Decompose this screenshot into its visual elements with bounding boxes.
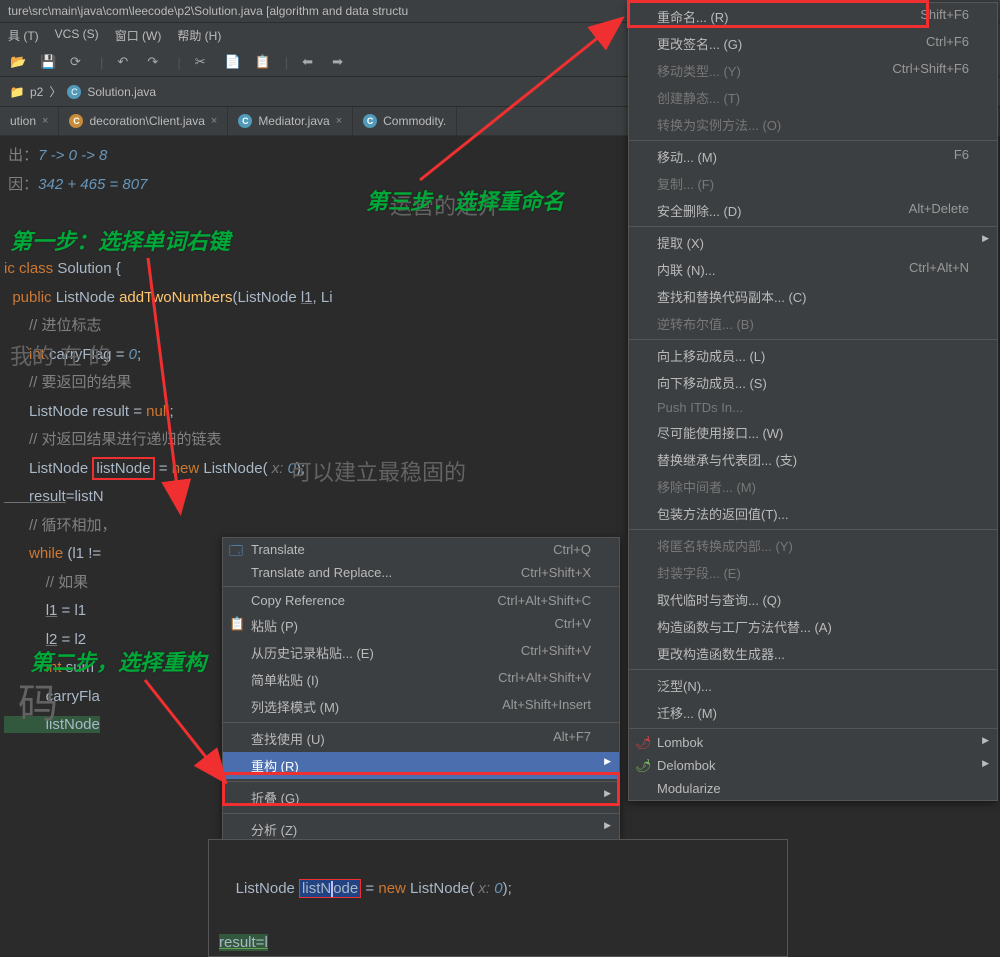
redo-icon[interactable]: ↷ [147,54,163,70]
lombok-icon: 🌶 [635,735,651,751]
menu-copy-reference[interactable]: Copy ReferenceCtrl+Alt+Shift+C [223,589,619,612]
menu-fold[interactable]: 折叠 (G)▶ [223,784,619,811]
menu-change-signature[interactable]: 更改签名... (G)Ctrl+F6 [629,30,997,57]
rename-inline-editor[interactable]: ListNode listNode = new ListNode( x: 0);… [208,839,788,957]
menu-translate[interactable]: 🗔 TranslateCtrl+Q [223,538,619,561]
menu-push-down[interactable]: 向下移动成员... (S) [629,369,997,396]
tab-client[interactable]: C decoration\Client.java × [59,107,228,135]
menu-convert-instance: 转换为实例方法... (O) [629,111,997,138]
menu-invert-bool: 逆转布尔值... (B) [629,310,997,337]
menu-create-static: 创建静态... (T) [629,84,997,111]
copy-icon[interactable]: 📄 [225,54,241,70]
menu-generic[interactable]: 泛型(N)... [629,672,997,699]
sync-icon[interactable]: ⟳ [70,54,86,70]
menu-paste[interactable]: 📋 粘贴 (P)Ctrl+V [223,612,619,639]
menu-extract[interactable]: 提取 (X)▶ [629,229,997,256]
menu-encapsulate-field: 封装字段... (E) [629,559,997,586]
save-icon[interactable]: 💾 [40,54,56,70]
submenu-arrow-icon: ▶ [604,756,611,767]
menu-window[interactable]: 窗口 (W) [115,27,162,44]
submenu-arrow-icon: ▶ [604,820,611,831]
forward-icon[interactable]: ➡ [332,54,348,70]
submenu-arrow-icon: ▶ [982,758,989,769]
close-icon[interactable]: × [42,115,48,127]
menu-modularize[interactable]: Modularize [629,777,997,800]
menu-translate-replace[interactable]: Translate and Replace...Ctrl+Shift+X [223,561,619,584]
open-icon[interactable]: 📂 [10,54,26,70]
menu-column-select[interactable]: 列选择模式 (M)Alt+Shift+Insert [223,693,619,720]
tab-solution[interactable]: ution × [0,107,59,135]
refactor-submenu: 重命名... (R)Shift+F6 更改签名... (G)Ctrl+F6 移动… [628,2,998,801]
undo-icon[interactable]: ↶ [117,54,133,70]
watermark: 运营的走开 [390,186,500,228]
menu-lombok[interactable]: 🌶 Lombok▶ [629,731,997,754]
java-icon: C [238,114,252,128]
menu-migrate[interactable]: 迁移... (M) [629,699,997,726]
translate-icon: 🗔 [229,542,245,558]
menu-factory[interactable]: 构造函数与工厂方法代替... (A) [629,613,997,640]
paste-icon: 📋 [229,616,245,632]
tab-commodity[interactable]: C Commodity. [353,107,457,135]
submenu-arrow-icon: ▶ [982,233,989,244]
java-icon: C [69,114,83,128]
close-icon[interactable]: × [211,115,217,127]
menu-analyze[interactable]: 分析 (Z)▶ [223,816,619,839]
menu-delombok[interactable]: 🌶 Delombok▶ [629,754,997,777]
watermark: 码 [18,666,58,742]
menu-builder[interactable]: 更改构造函数生成器... [629,640,997,667]
menu-paste-simple[interactable]: 简单粘贴 (I)Ctrl+Alt+Shift+V [223,666,619,693]
watermark: 可以建立最稳固的 [290,452,466,494]
context-menu: 🗔 TranslateCtrl+Q Translate and Replace.… [222,537,620,840]
selected-variable[interactable]: listNode [92,457,154,480]
folder-icon: 📁 [10,85,24,99]
menu-wrap-return[interactable]: 包装方法的返回值(T)... [629,500,997,527]
menu-inline[interactable]: 内联 (N)...Ctrl+Alt+N [629,256,997,283]
menu-rename[interactable]: 重命名... (R)Shift+F6 [629,3,997,30]
close-icon[interactable]: × [336,115,342,127]
paste-icon[interactable]: 📋 [255,54,271,70]
submenu-arrow-icon: ▶ [982,735,989,746]
menu-find-duplicates[interactable]: 查找和替换代码副本... (C) [629,283,997,310]
submenu-arrow-icon: ▶ [604,788,611,799]
delombok-icon: 🌶 [635,758,651,774]
menu-replace-inherit[interactable]: 替换继承与代表团... (支) [629,446,997,473]
breadcrumb-file[interactable]: Solution.java [87,85,156,99]
menu-safe-delete[interactable]: 安全删除... (D)Alt+Delete [629,197,997,224]
menu-copy: 复制... (F) [629,170,997,197]
tab-mediator[interactable]: C Mediator.java × [228,107,353,135]
watermark: 我的 在 的 [10,336,110,378]
menu-pull-up[interactable]: 向上移动成员... (L) [629,342,997,369]
menu-anon-to-inner: 将匿名转换成内部... (Y) [629,532,997,559]
menu-replace-temp-query[interactable]: 取代临时与查询... (Q) [629,586,997,613]
menu-remove-middleman: 移除中间者... (M) [629,473,997,500]
menu-use-interface[interactable]: 尽可能使用接口... (W) [629,419,997,446]
menu-help[interactable]: 帮助 (H) [177,27,221,44]
java-icon: C [363,114,377,128]
java-icon: C [67,85,81,99]
breadcrumb-folder[interactable]: p2 [30,85,43,99]
menu-paste-history[interactable]: 从历史记录粘贴... (E)Ctrl+Shift+V [223,639,619,666]
menu-push-itds: Push ITDs In... [629,396,997,419]
menu-move[interactable]: 移动... (M)F6 [629,143,997,170]
menu-move-class: 移动类型... (Y)Ctrl+Shift+F6 [629,57,997,84]
menu-vcs[interactable]: VCS (S) [55,27,99,44]
menu-find-usage[interactable]: 查找使用 (U)Alt+F7 [223,725,619,752]
cut-icon[interactable]: ✂ [195,54,211,70]
menu-refactor[interactable]: 重构 (R)▶ [223,752,619,779]
menu-tools[interactable]: 具 (T) [8,27,39,44]
back-icon[interactable]: ⬅ [302,54,318,70]
